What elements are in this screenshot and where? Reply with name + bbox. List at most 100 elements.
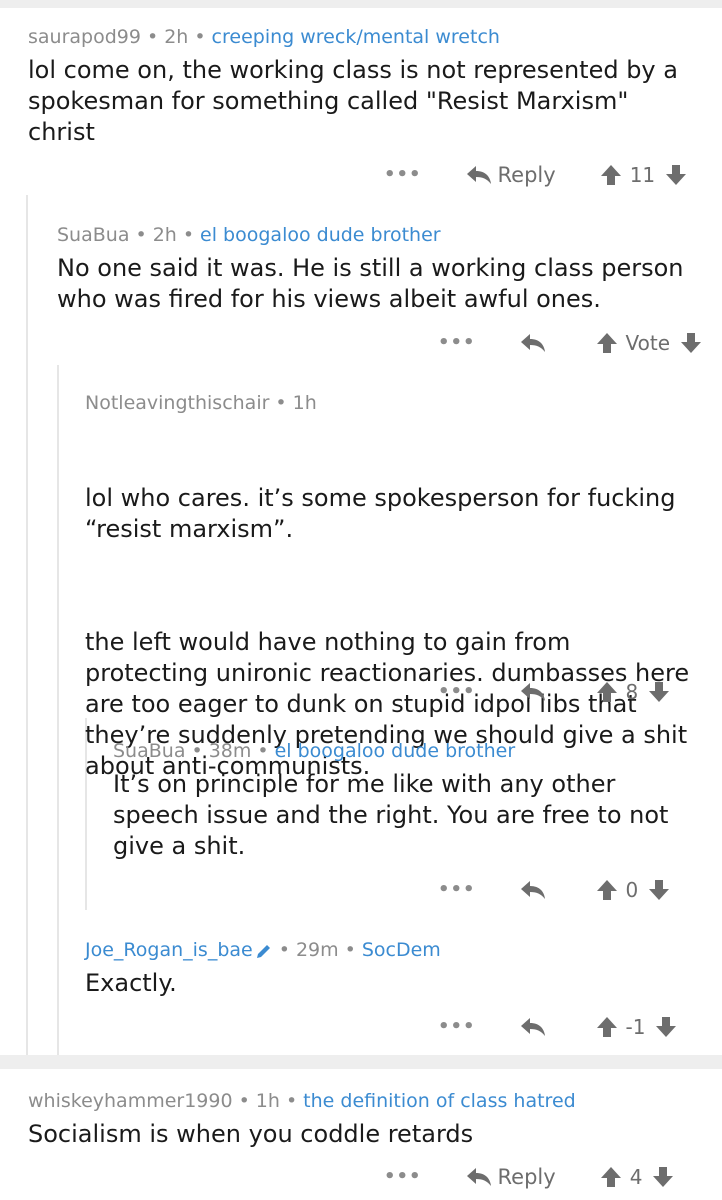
downvote-arrow-icon[interactable] <box>648 879 670 901</box>
reply-arrow-icon <box>466 1168 491 1186</box>
vote-controls: 4 <box>600 1165 675 1189</box>
thread-line-2 <box>57 365 59 1055</box>
comment-saurapod99: saurapod99 • 2h • creeping wreck/mental wret… <box>28 24 688 148</box>
reply-label: Reply <box>497 1165 556 1189</box>
upvote-arrow-icon[interactable] <box>596 332 618 354</box>
score: 4 <box>629 1165 643 1189</box>
separator-dot: • <box>191 740 203 762</box>
comment-suabua-2: SuaBua • 38m • el boogaloo dude brother It’s… <box>113 738 693 862</box>
username[interactable]: Notleavingthischair <box>85 392 269 414</box>
timestamp: 38m <box>208 740 252 762</box>
separator-dot: • <box>278 939 290 961</box>
vote-controls: 8 <box>596 680 671 704</box>
reply-button[interactable] <box>520 880 552 900</box>
reply-arrow-icon <box>520 1018 545 1036</box>
reply-button[interactable] <box>520 682 552 702</box>
downvote-arrow-icon[interactable] <box>680 332 702 354</box>
comment-whiskeyhammer1990: whiskeyhammer1990 • 1h • the definition of c… <box>28 1088 698 1150</box>
comment-actions: ••• 8 <box>438 675 670 709</box>
username[interactable]: SuaBua <box>57 224 129 246</box>
vote-controls: 0 <box>596 878 671 902</box>
score: -1 <box>625 1015 646 1039</box>
reply-arrow-icon <box>520 683 545 701</box>
thread-separator <box>0 1055 722 1069</box>
user-flair: SocDem <box>361 939 441 961</box>
separator-dot: • <box>238 1090 250 1112</box>
reply-arrow-icon <box>466 166 491 184</box>
upvote-arrow-icon[interactable] <box>596 879 618 901</box>
upvote-arrow-icon[interactable] <box>596 681 618 703</box>
downvote-arrow-icon[interactable] <box>665 164 687 186</box>
more-options-button[interactable]: ••• <box>384 166 422 184</box>
downvote-arrow-icon[interactable] <box>648 681 670 703</box>
comment-meta: Joe_Rogan_is_bae • 29m • SocDem <box>85 937 695 963</box>
reply-button[interactable]: Reply <box>466 1165 556 1189</box>
more-options-button[interactable]: ••• <box>438 683 476 701</box>
comment-suabua-1: SuaBua • 2h • el boogaloo dude brother No on… <box>57 222 697 315</box>
comment-meta: Notleavingthischair • 1h <box>85 390 695 416</box>
comment-actions: ••• Reply 4 <box>384 1160 674 1194</box>
separator-dot: • <box>146 26 159 48</box>
reply-arrow-icon <box>520 334 545 352</box>
more-options-button[interactable]: ••• <box>438 334 476 352</box>
upvote-arrow-icon[interactable] <box>600 164 622 186</box>
upvote-arrow-icon[interactable] <box>596 1016 618 1038</box>
comment-body: Socialism is when you coddle retards <box>28 1120 474 1148</box>
comment-actions: ••• Reply 11 <box>384 158 687 192</box>
comment-meta: whiskeyhammer1990 • 1h • the definition of c… <box>28 1088 698 1114</box>
timestamp: 1h <box>292 392 317 414</box>
vote-controls: 11 <box>600 163 687 187</box>
score: 11 <box>629 163 656 187</box>
score: 8 <box>625 680 639 704</box>
comment-body: Exactly. <box>85 969 177 997</box>
user-flair: el boogaloo dude brother <box>200 224 441 246</box>
username[interactable]: SuaBua <box>113 740 185 762</box>
comment-meta: saurapod99 • 2h • creeping wreck/mental wret… <box>28 24 688 50</box>
reply-arrow-icon <box>520 881 545 899</box>
reply-button[interactable] <box>520 333 552 353</box>
comment-body: It’s on principle for me like with any o… <box>113 770 677 860</box>
thread-line-1 <box>26 195 28 1055</box>
username[interactable]: Joe_Rogan_is_bae <box>85 939 253 961</box>
timestamp: 2h <box>152 224 177 246</box>
timestamp: 1h <box>255 1090 280 1112</box>
comment-paragraph: lol who cares. it’s some spokesperson fo… <box>85 484 684 543</box>
comment-joe-rogan-is-bae: Joe_Rogan_is_bae • 29m • SocDem Exactly. <box>85 937 695 999</box>
timestamp: 29m <box>295 939 339 961</box>
timestamp: 2h <box>164 26 189 48</box>
upvote-arrow-icon[interactable] <box>600 1166 622 1188</box>
username[interactable]: whiskeyhammer1990 <box>28 1090 233 1112</box>
downvote-arrow-icon[interactable] <box>655 1016 677 1038</box>
comment-meta: SuaBua • 38m • el boogaloo dude brother <box>113 738 693 764</box>
user-flair: the definition of class hatred <box>303 1090 576 1112</box>
reply-button[interactable]: Reply <box>466 163 556 187</box>
separator-dot: • <box>257 740 269 762</box>
comment-actions: ••• Vote <box>438 326 702 360</box>
more-options-button[interactable]: ••• <box>438 1018 476 1036</box>
username[interactable]: saurapod99 <box>28 26 141 48</box>
vote-controls: Vote <box>596 331 703 355</box>
pencil-icon <box>256 944 270 958</box>
separator-dot: • <box>194 26 206 48</box>
reply-label: Reply <box>497 163 556 187</box>
comment-body: No one said it was. He is still a workin… <box>57 254 692 313</box>
reply-button[interactable] <box>520 1017 552 1037</box>
separator-dot: • <box>182 224 195 246</box>
separator-dot: • <box>285 1090 298 1112</box>
comment-actions: ••• 0 <box>438 873 670 907</box>
separator-dot: • <box>135 224 147 246</box>
score: 0 <box>625 878 639 902</box>
comment-meta: SuaBua • 2h • el boogaloo dude brother <box>57 222 697 248</box>
separator-dot: • <box>344 939 356 961</box>
user-flair: el boogaloo dude brother <box>274 740 516 762</box>
comment-actions: ••• -1 <box>438 1010 677 1044</box>
more-options-button[interactable]: ••• <box>438 881 476 899</box>
more-options-button[interactable]: ••• <box>384 1168 422 1186</box>
downvote-arrow-icon[interactable] <box>652 1166 674 1188</box>
vote-controls: -1 <box>596 1015 678 1039</box>
top-separator <box>0 0 722 8</box>
vote-label: Vote <box>625 331 671 355</box>
separator-dot: • <box>275 392 287 414</box>
user-flair: creeping wreck/mental wretch <box>211 26 500 48</box>
comment-body: lol come on, the working class is not re… <box>28 56 686 146</box>
